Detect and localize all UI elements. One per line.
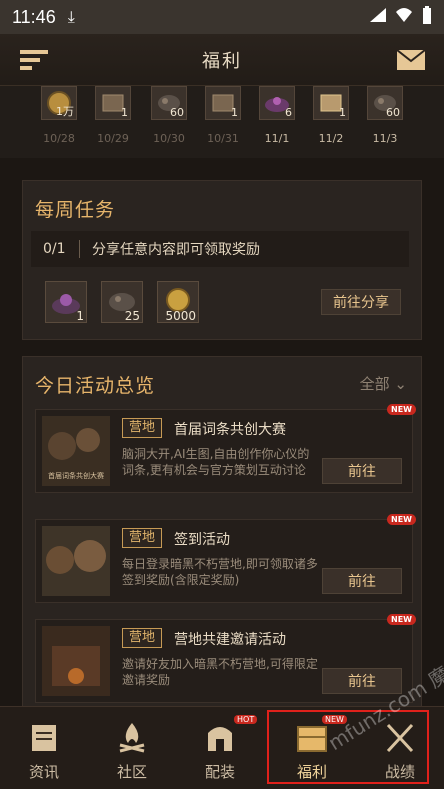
campfire-icon <box>114 721 150 755</box>
activity-thumbnail <box>42 626 110 696</box>
tab-label: 配装 <box>204 763 235 781</box>
tab-news[interactable]: 资讯 <box>0 707 88 789</box>
activity-thumbnail: 首届词条共创大赛 <box>42 416 110 486</box>
activity-description: 脑洞大开,AI生图,自由创作你心仪的词条,更有机会与官方策划互动讨论 <box>122 447 310 477</box>
tab-community[interactable]: 社区 <box>88 707 176 789</box>
mail-icon[interactable] <box>396 48 426 72</box>
signin-day[interactable]: 60 11/3 <box>364 86 406 145</box>
activity-description: 邀请好友加入暗黑不朽营地,可得限定邀请奖励 <box>122 657 318 687</box>
chest-icon: 1 <box>205 86 241 120</box>
signin-day[interactable]: 1 10/31 <box>202 86 244 145</box>
signin-date: 11/1 <box>264 132 290 145</box>
signin-day[interactable]: 1 10/29 <box>92 86 134 145</box>
tab-build[interactable]: HOT 配装 <box>176 707 264 789</box>
hot-badge: HOT <box>234 715 258 724</box>
share-button[interactable]: 前往分享 <box>321 289 401 315</box>
activity-tag: 营地 <box>122 528 163 548</box>
tab-label: 资讯 <box>28 763 59 781</box>
go-button[interactable]: 前往 <box>322 568 402 594</box>
task-progress: 0/1 <box>43 241 66 257</box>
gem-pile-icon: 6 <box>259 86 295 120</box>
signin-date: 10/30 <box>153 132 185 145</box>
status-time: 11:46 <box>12 6 56 27</box>
ore-icon: 60 <box>151 86 187 120</box>
activity-tag: 营地 <box>122 418 163 438</box>
wifi-icon <box>396 7 412 27</box>
divider <box>79 240 80 258</box>
reward-coin-icon: 5000 <box>157 281 199 323</box>
activity-title: 签到活动 <box>174 532 230 548</box>
activity-card[interactable]: 营地 营地共建邀请活动 邀请好友加入暗黑不朽营地,可得限定邀请奖励 前往 NEW <box>35 614 416 703</box>
signin-day[interactable]: 6 11/1 <box>256 86 298 145</box>
chest-icon: 1 <box>95 86 131 120</box>
signin-date: 10/29 <box>97 132 129 145</box>
page-title: 福利 <box>202 50 242 72</box>
section-title: 今日活动总览 <box>35 375 156 397</box>
ore-icon: 60 <box>367 86 403 120</box>
new-badge: NEW <box>387 614 416 625</box>
battery-icon <box>422 5 432 29</box>
status-icons <box>370 5 432 29</box>
signin-day[interactable]: 1万 10/28 <box>38 86 80 145</box>
task-description: 分享任意内容即可领取奖励 <box>92 242 260 258</box>
app-header: 福利 <box>0 34 444 86</box>
scroll-icon <box>26 721 62 755</box>
chest-icon: 1 <box>313 86 349 120</box>
signin-date: 11/3 <box>372 132 398 145</box>
reward-ore-icon: 25 <box>101 281 143 323</box>
activity-description: 每日登录暗黑不朽营地,即可领取诸多签到奖励(含限定奖励) <box>122 557 318 587</box>
activity-title: 首届词条共创大赛 <box>174 422 286 438</box>
signin-date: 10/28 <box>43 132 75 145</box>
new-badge: NEW <box>387 404 416 415</box>
download-icon: ⤓ <box>67 7 75 26</box>
signin-date: 11/2 <box>318 132 344 145</box>
new-badge: NEW <box>387 514 416 525</box>
activity-overview-panel: 今日活动总览 全部 ⌄ 首届词条共创大赛 营地 首届词条共创大赛 脑洞大开,AI… <box>22 356 422 706</box>
activity-thumbnail <box>42 526 110 596</box>
section-title: 每周任务 <box>35 199 116 221</box>
svg-text:首届词条共创大赛: 首届词条共创大赛 <box>48 471 104 480</box>
chevron-down-icon: ⌄ <box>394 375 407 393</box>
signin-day[interactable]: 60 10/30 <box>148 86 190 145</box>
menu-icon[interactable] <box>20 46 50 72</box>
activity-tag: 营地 <box>122 628 163 648</box>
activity-card[interactable]: 营地 签到活动 每日登录暗黑不朽营地,即可领取诸多签到奖励(含限定奖励) 前往 … <box>35 514 416 603</box>
go-button[interactable]: 前往 <box>322 458 402 484</box>
activity-title: 营地共建邀请活动 <box>174 632 286 648</box>
helmet-icon <box>202 721 238 755</box>
status-bar: 11:46 ⤓ <box>0 0 444 34</box>
signin-strip: 1万 10/28 1 10/29 60 10/30 1 10/31 6 11/1… <box>0 86 444 158</box>
tab-label: 社区 <box>116 763 147 781</box>
coin-icon: 1万 <box>41 86 77 120</box>
scroll-content[interactable]: 1万 10/28 1 10/29 60 10/30 1 10/31 6 11/1… <box>0 86 444 706</box>
filter-dropdown[interactable]: 全部 ⌄ <box>360 373 407 394</box>
weekly-tasks-panel: 每周任务 0/1 分享任意内容即可领取奖励 1 25 5000 前往分享 <box>22 180 422 340</box>
task-row: 0/1 分享任意内容即可领取奖励 <box>31 231 409 267</box>
activity-card[interactable]: 首届词条共创大赛 营地 首届词条共创大赛 脑洞大开,AI生图,自由创作你心仪的词… <box>35 404 416 493</box>
signal-icon <box>370 7 386 27</box>
reward-gem-icon: 1 <box>45 281 87 323</box>
signin-day[interactable]: 1 11/2 <box>310 86 352 145</box>
signin-date: 10/31 <box>207 132 239 145</box>
